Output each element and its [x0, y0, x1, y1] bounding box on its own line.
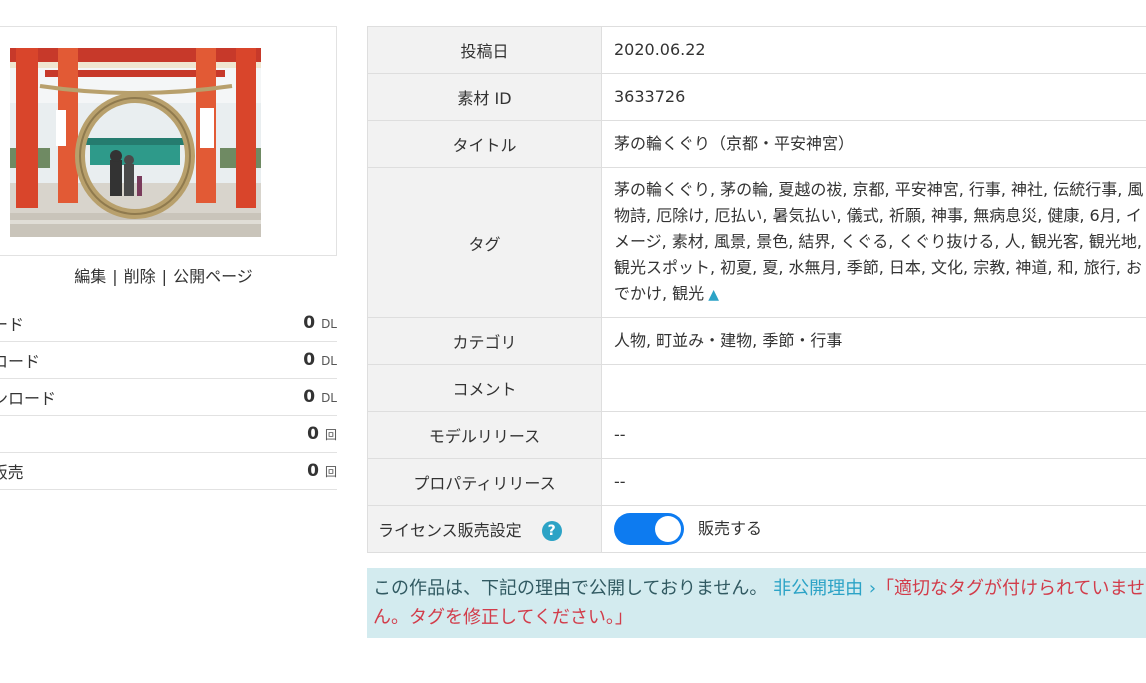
edit-link[interactable]: 編集: [74, 267, 106, 286]
help-icon[interactable]: ?: [541, 521, 562, 542]
stat-label: ダウンロード: [0, 389, 57, 408]
stats-list: ンロード 0DL ウンロード 0DL ダウンロード 0DL 0回 ンス販売 0回: [0, 305, 337, 490]
row-property-release: プロパティリリース --: [367, 458, 1146, 506]
unpublished-notice: この作品は、下記の理由で公開しておりません。 非公開理由 ›「適切なタグが付けら…: [367, 568, 1146, 638]
toggle-knob: [655, 516, 681, 542]
post-date-value: 2020.06.22: [601, 26, 1146, 74]
collapse-tags-icon[interactable]: ▲: [708, 287, 719, 303]
stat-unit: DL: [321, 317, 337, 331]
thumbnail-card: [0, 26, 337, 256]
comment-label: コメント: [367, 364, 602, 412]
material-id-label: 素材 ID: [367, 73, 602, 121]
notice-text: この作品は、下記の理由で公開しておりません。: [373, 578, 768, 599]
post-date-label: 投稿日: [367, 26, 602, 74]
stat-unit: 回: [324, 465, 337, 479]
unpublished-reason-link[interactable]: 非公開理由 ›: [773, 578, 876, 599]
license-value-cell: 販売する: [601, 505, 1146, 553]
tags-value: 茅の輪くぐり, 茅の輪, 夏越の祓, 京都, 平安神宮, 行事, 神社, 伝統行…: [614, 180, 1144, 303]
action-separator: |: [161, 267, 168, 286]
model-release-value: --: [601, 411, 1146, 459]
image-actions: 編集 | 削除 | 公開ページ: [0, 266, 337, 288]
category-value: 人物, 町並み・建物, 季節・行事: [601, 317, 1146, 365]
stat-label: ウンロード: [0, 352, 41, 371]
row-tags: タグ 茅の輪くぐり, 茅の輪, 夏越の祓, 京都, 平安神宮, 行事, 神社, …: [367, 167, 1146, 318]
license-label: ライセンス販売設定: [378, 520, 522, 540]
delete-link[interactable]: 削除: [124, 267, 156, 286]
material-detail-table: 投稿日 2020.06.22 素材 ID 3633726 タイトル 茅の輪くぐり…: [367, 26, 1146, 553]
property-release-value: --: [601, 458, 1146, 506]
stat-label: ンロード: [0, 315, 25, 334]
stat-row: ンロード 0 DL: [0, 305, 337, 342]
torii-shrine-photo-icon: [10, 48, 261, 237]
stat-row: 0回: [0, 416, 337, 453]
row-comment: コメント: [367, 364, 1146, 412]
row-post-date: 投稿日 2020.06.22: [367, 26, 1146, 74]
comment-value: [601, 364, 1146, 412]
row-license: ライセンス販売設定? 販売する: [367, 505, 1146, 553]
stat-unit: DL: [321, 391, 337, 405]
stat-row: ダウンロード 0 DL: [0, 379, 337, 416]
stat-value: 0: [303, 387, 316, 407]
model-release-label: モデルリリース: [367, 411, 602, 459]
row-material-id: 素材 ID 3633726: [367, 73, 1146, 121]
tags-cell: 茅の輪くぐり, 茅の輪, 夏越の祓, 京都, 平安神宮, 行事, 神社, 伝統行…: [601, 167, 1146, 318]
license-label-cell: ライセンス販売設定?: [367, 505, 602, 553]
stat-row: ンス販売 0回: [0, 453, 337, 490]
stat-row: ウンロード 0 DL: [0, 342, 337, 379]
license-toggle-label: 販売する: [698, 519, 763, 538]
license-sale-toggle[interactable]: [614, 513, 684, 545]
action-separator: |: [112, 267, 118, 286]
material-id-value: 3633726: [601, 73, 1146, 121]
stat-unit: 回: [324, 428, 337, 442]
stat-label: ンス販売: [0, 463, 24, 482]
stat-unit: DL: [321, 354, 337, 368]
stat-value: 0: [303, 350, 316, 370]
row-title: タイトル 茅の輪くぐり（京都・平安神宮）: [367, 120, 1146, 168]
public-page-link[interactable]: 公開ページ: [173, 267, 253, 286]
thumbnail-image[interactable]: [10, 48, 261, 237]
tags-label: タグ: [367, 167, 602, 318]
title-value: 茅の輪くぐり（京都・平安神宮）: [601, 120, 1146, 168]
row-category: カテゴリ 人物, 町並み・建物, 季節・行事: [367, 317, 1146, 365]
stat-value: 0: [307, 461, 319, 481]
stat-value: 0: [303, 313, 316, 333]
category-label: カテゴリ: [367, 317, 602, 365]
row-model-release: モデルリリース --: [367, 411, 1146, 459]
property-release-label: プロパティリリース: [367, 458, 602, 506]
title-label: タイトル: [367, 120, 602, 168]
stat-value: 0: [307, 424, 319, 444]
